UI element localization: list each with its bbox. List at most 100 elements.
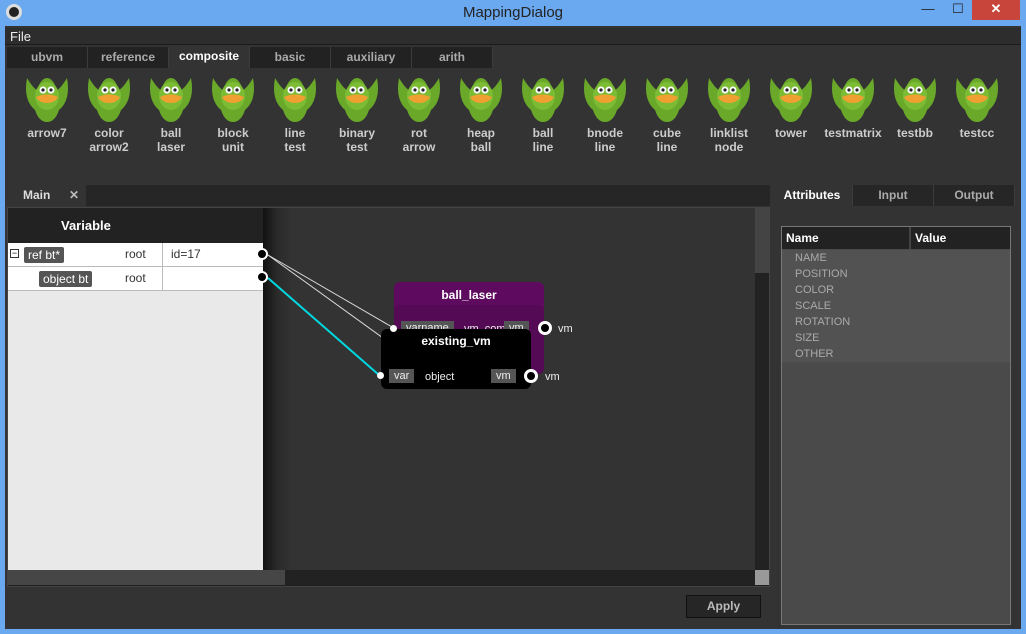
palette-item[interactable]: line test: [264, 70, 326, 154]
attribute-row[interactable]: NAME: [795, 252, 827, 264]
palette-item-label: line: [284, 126, 306, 140]
variable-scope: root: [125, 247, 146, 261]
palette-item-label: ball: [532, 126, 554, 140]
attributes-rows: NAME POSITION COLOR SCALE ROTATION SIZE OTHER: [782, 250, 1010, 362]
duck-icon: [460, 78, 502, 122]
tab-input[interactable]: Input: [853, 185, 934, 206]
palette-item-label: arrow7: [27, 126, 67, 140]
duck-icon: [336, 78, 378, 122]
close-button[interactable]: ✕: [972, 0, 1020, 20]
attribute-row[interactable]: COLOR: [795, 284, 834, 296]
variable-scope: root: [125, 271, 146, 285]
output-port[interactable]: [524, 369, 538, 383]
horizontal-scroll-thumb[interactable]: [8, 570, 285, 585]
palette-item[interactable]: linklist node: [698, 70, 760, 154]
palette-item-label: color: [94, 126, 124, 140]
palette-item[interactable]: bnode line: [574, 70, 636, 154]
variable-row[interactable]: − ref bt* root id=17: [8, 243, 263, 267]
node-title: existing_vm: [421, 334, 491, 348]
attribute-row[interactable]: OTHER: [795, 348, 834, 360]
input-port[interactable]: [377, 372, 384, 379]
palette-item[interactable]: ball line: [512, 70, 574, 154]
attribute-row[interactable]: POSITION: [795, 268, 848, 280]
palette-item[interactable]: cube line: [636, 70, 698, 154]
variable-port[interactable]: [256, 248, 268, 260]
duck-icon: [832, 78, 874, 122]
variable-row[interactable]: object bt root: [8, 267, 263, 291]
palette-item-label: laser: [156, 140, 186, 154]
palette-item[interactable]: testcc: [946, 70, 1008, 140]
palette-tab-reference[interactable]: reference: [88, 47, 169, 68]
palette-item[interactable]: binary test: [326, 70, 388, 154]
duck-icon: [398, 78, 440, 122]
palette-item-label: test: [284, 140, 306, 154]
name-column-header[interactable]: Name: [786, 231, 819, 245]
palette-item-label: ball: [160, 126, 182, 140]
tab-main[interactable]: Main ✕: [8, 185, 86, 206]
variable-header: Variable: [8, 208, 263, 243]
variable-port[interactable]: [256, 271, 268, 283]
palette-tab-arith[interactable]: arith: [412, 47, 493, 68]
value-column-header[interactable]: Value: [915, 231, 946, 245]
minimize-button[interactable]: —: [914, 0, 942, 20]
scroll-corner: [755, 570, 769, 585]
palette-item[interactable]: color arrow2: [78, 70, 140, 154]
duck-icon: [646, 78, 688, 122]
palette-item-label: arrow: [402, 140, 436, 154]
tab-strip: [86, 185, 770, 206]
maximize-button[interactable]: ☐: [944, 0, 972, 20]
palette-item-label: cube: [652, 126, 681, 140]
attribute-row[interactable]: ROTATION: [795, 316, 850, 328]
collapse-icon[interactable]: −: [10, 249, 19, 258]
palette-tab-basic[interactable]: basic: [250, 47, 331, 68]
variable-name: ref bt*: [24, 247, 65, 263]
tab-main-label: Main: [23, 188, 51, 202]
palette-item[interactable]: testbb: [884, 70, 946, 140]
variable-name: object bt: [39, 271, 93, 287]
duck-icon: [708, 78, 750, 122]
variable-value[interactable]: id=17: [171, 247, 201, 261]
menu-bar: File: [5, 28, 1021, 45]
palette-item[interactable]: tower: [760, 70, 822, 140]
palette-tab-auxiliary[interactable]: auxiliary: [331, 47, 412, 68]
vertical-scroll-thumb[interactable]: [755, 208, 769, 273]
palette-item-label: unit: [222, 140, 244, 154]
connection-line: [267, 254, 393, 328]
palette-tab-composite[interactable]: composite: [169, 46, 250, 68]
duck-icon: [894, 78, 936, 122]
connection-line: [267, 277, 380, 376]
duck-icon: [212, 78, 254, 122]
port-label: object: [425, 371, 455, 383]
attribute-row[interactable]: SCALE: [795, 300, 831, 312]
apply-button[interactable]: Apply: [686, 595, 761, 618]
duck-icon: [150, 78, 192, 122]
attribute-row[interactable]: SIZE: [795, 332, 819, 344]
menu-file[interactable]: File: [10, 29, 31, 44]
variable-header-label: Variable: [61, 218, 111, 233]
tab-output[interactable]: Output: [934, 185, 1015, 206]
connection-line: [267, 254, 384, 339]
palette-item-label: testbb: [897, 126, 933, 140]
duck-icon: [522, 78, 564, 122]
close-tab-icon[interactable]: ✕: [69, 185, 79, 206]
palette-item-label: arrow2: [89, 140, 129, 154]
palette-item-label: test: [346, 140, 368, 154]
duck-icon: [584, 78, 626, 122]
palette-item[interactable]: block unit: [202, 70, 264, 154]
duck-icon: [88, 78, 130, 122]
port-label: vm: [545, 371, 560, 383]
palette-item[interactable]: heap ball: [450, 70, 512, 154]
input-port[interactable]: [390, 325, 397, 332]
palette-item[interactable]: arrow7: [16, 70, 78, 140]
palette-item[interactable]: rot arrow: [388, 70, 450, 154]
palette-item[interactable]: testmatrix: [822, 70, 884, 140]
palette-item-label: line: [656, 140, 678, 154]
tab-attributes[interactable]: Attributes: [772, 185, 853, 206]
duck-icon: [26, 78, 68, 122]
palette-item[interactable]: ball laser: [140, 70, 202, 154]
input-pill: var: [389, 369, 415, 383]
palette-item-label: block: [217, 126, 249, 140]
palette-tab-ubvm[interactable]: ubvm: [7, 47, 88, 68]
palette-item-label: testcc: [959, 126, 995, 140]
palette-item-label: bnode: [587, 126, 623, 140]
